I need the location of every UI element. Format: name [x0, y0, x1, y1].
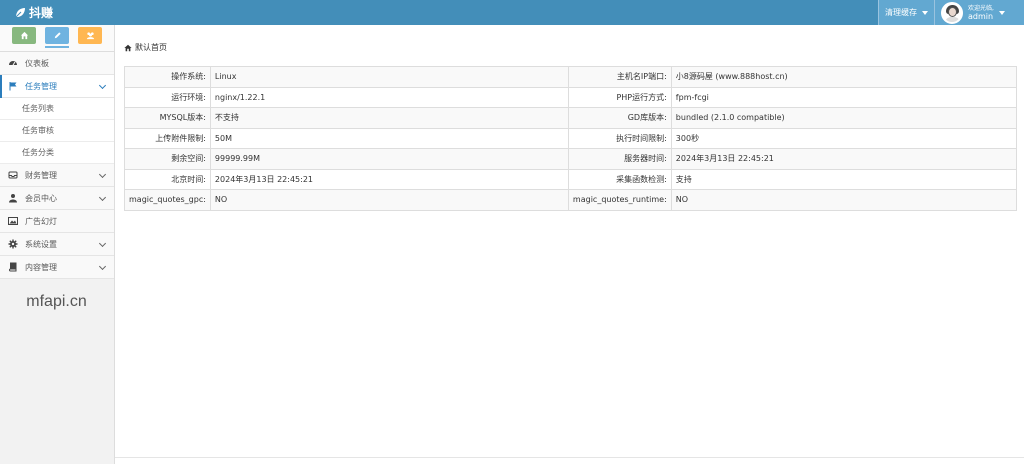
sidebar-item-label: 任务管理 [25, 81, 57, 91]
system-info-table: 操作系统: Linux 主机名IP端口: 小8源码屋 (www.888host.cn)… [124, 66, 1018, 211]
info-label: PHP运行方式: [567, 86, 672, 108]
info-label: MYSQL版本: [124, 107, 211, 129]
info-value: 99999.99M [209, 148, 569, 170]
table-row: 北京时间: 2024年3月13日 22:45:21 采集函数检测: 支持 [124, 168, 1018, 190]
username: admin [968, 11, 994, 21]
sidebar-item-finance[interactable]: 财务管理 [0, 164, 114, 187]
info-value: 不支持 [209, 107, 569, 129]
divider [115, 457, 1024, 458]
table-row: MYSQL版本: 不支持 GD库版本: bundled (2.1.0 compatib… [124, 107, 1018, 129]
info-label: 操作系统: [124, 66, 211, 88]
info-value: 2024年3月13日 22:45:21 [209, 168, 569, 190]
sidebar-item-system-settings[interactable]: 系统设置 [0, 233, 114, 256]
info-label: 上传附件限制: [124, 127, 211, 149]
user-icon [9, 194, 17, 203]
info-value: bundled (2.1.0 compatible) [670, 107, 1018, 129]
chevron-down-icon [98, 81, 107, 90]
caret-down-icon [998, 10, 1005, 15]
info-value: 小8源码屋 (www.888host.cn) [670, 66, 1018, 88]
sidebar-item-label: 内容管理 [25, 262, 57, 272]
home-icon [124, 44, 132, 51]
info-label: 服务器时间: [567, 148, 672, 170]
breadcrumb-item[interactable]: 默认首页 [135, 42, 167, 53]
table-row: magic_quotes_gpc: NO magic_quotes_runtime:… [124, 189, 1018, 211]
sidebar-item-dashboard[interactable]: 仪表板 [0, 52, 114, 75]
sidebar-item-label: 系统设置 [25, 239, 57, 249]
user-menu-button[interactable]: 欢迎光临, admin [934, 0, 1024, 25]
info-value: 2024年3月13日 22:45:21 [670, 148, 1018, 170]
book-icon [9, 262, 17, 272]
chevron-down-icon [98, 262, 107, 271]
home-icon [20, 31, 28, 40]
sidebar-item-ad-slides[interactable]: 广告幻灯 [0, 210, 114, 233]
pencil-icon [54, 32, 61, 39]
chevron-down-icon [98, 239, 107, 248]
info-label: 剩余空间: [124, 148, 211, 170]
info-label: 采集函数检测: [567, 168, 672, 190]
chevron-down-icon [98, 193, 107, 202]
leaf-icon [14, 7, 25, 18]
info-value: 50M [209, 127, 569, 149]
chevron-down-icon [98, 170, 107, 179]
info-label: magic_quotes_gpc: [124, 189, 211, 211]
table-row: 操作系统: Linux 主机名IP端口: 小8源码屋 (www.888host.cn) [124, 66, 1018, 88]
main-content: 默认首页 操作系统: Linux 主机名IP端口: 小8源码屋 (www.888hos… [115, 25, 1024, 464]
info-value: NO [670, 189, 1018, 211]
flag-icon [9, 82, 17, 91]
table-row: 运行环境: nginx/1.22.1 PHP运行方式: fpm-fcgi [124, 86, 1018, 108]
table-row: 上传附件限制: 50M 执行时间限制: 300秒 [124, 127, 1018, 149]
sidebar-item-label: 仪表板 [25, 58, 49, 68]
clear-cache-label: 清理缓存 [885, 8, 917, 17]
sidebar-item-label: 广告幻灯 [25, 216, 57, 226]
info-label: 北京时间: [124, 168, 211, 190]
info-value: fpm-fcgi [670, 86, 1018, 108]
watermark-text: mfapi.cn [26, 293, 87, 310]
table-row: 剩余空间: 99999.99M 服务器时间: 2024年3月13日 22:45:21 [124, 148, 1018, 170]
sidebar-item-content-management[interactable]: 内容管理 [0, 256, 114, 279]
sidebar-subitem-label: 任务审核 [22, 126, 54, 135]
sidebar: 仪表板 任务管理 任务列表 任务审核 任务分类 财务管理 会员中心 广告幻灯 系… [0, 25, 115, 464]
tachometer-icon [9, 61, 17, 66]
brand-logo[interactable]: 抖赚 [14, 4, 53, 21]
sidebar-subitem-task-review[interactable]: 任务审核 [0, 120, 114, 142]
shortcut-edit-button[interactable] [45, 27, 69, 48]
info-label: magic_quotes_runtime: [567, 189, 672, 211]
info-label: GD库版本: [567, 107, 672, 129]
info-value: nginx/1.22.1 [209, 86, 569, 108]
sidebar-subitem-label: 任务列表 [22, 104, 54, 113]
sidebar-subitem-label: 任务分类 [22, 148, 54, 157]
info-label: 运行环境: [124, 86, 211, 108]
sidebar-item-label: 财务管理 [25, 170, 57, 180]
sidebar-item-member-center[interactable]: 会员中心 [0, 187, 114, 210]
caret-down-icon [922, 10, 928, 15]
sidebar-item-label: 会员中心 [25, 193, 57, 203]
inbox-icon [8, 171, 18, 179]
gear-icon [8, 239, 18, 249]
sidebar-item-task-management[interactable]: 任务管理 [0, 75, 114, 98]
top-navbar: 抖赚 清理缓存 欢迎光临, admin [0, 0, 1024, 25]
sidebar-subitem-task-list[interactable]: 任务列表 [0, 98, 114, 120]
shortcut-users-button[interactable] [78, 27, 102, 44]
info-label: 主机名IP端口: [567, 66, 672, 88]
sidebar-subitem-task-category[interactable]: 任务分类 [0, 142, 114, 164]
shortcut-home-button[interactable] [12, 27, 36, 44]
info-value: NO [209, 189, 569, 211]
info-value: Linux [209, 66, 569, 88]
breadcrumb: 默认首页 [124, 42, 167, 53]
info-value: 支持 [670, 168, 1018, 190]
picture-icon [8, 217, 18, 225]
info-label: 执行时间限制: [567, 127, 672, 149]
shortcut-bar [0, 25, 114, 52]
avatar [941, 1, 963, 24]
users-icon [86, 32, 94, 40]
clear-cache-button[interactable]: 清理缓存 [878, 0, 934, 25]
info-value: 300秒 [670, 127, 1018, 149]
brand-name: 抖赚 [29, 6, 54, 20]
